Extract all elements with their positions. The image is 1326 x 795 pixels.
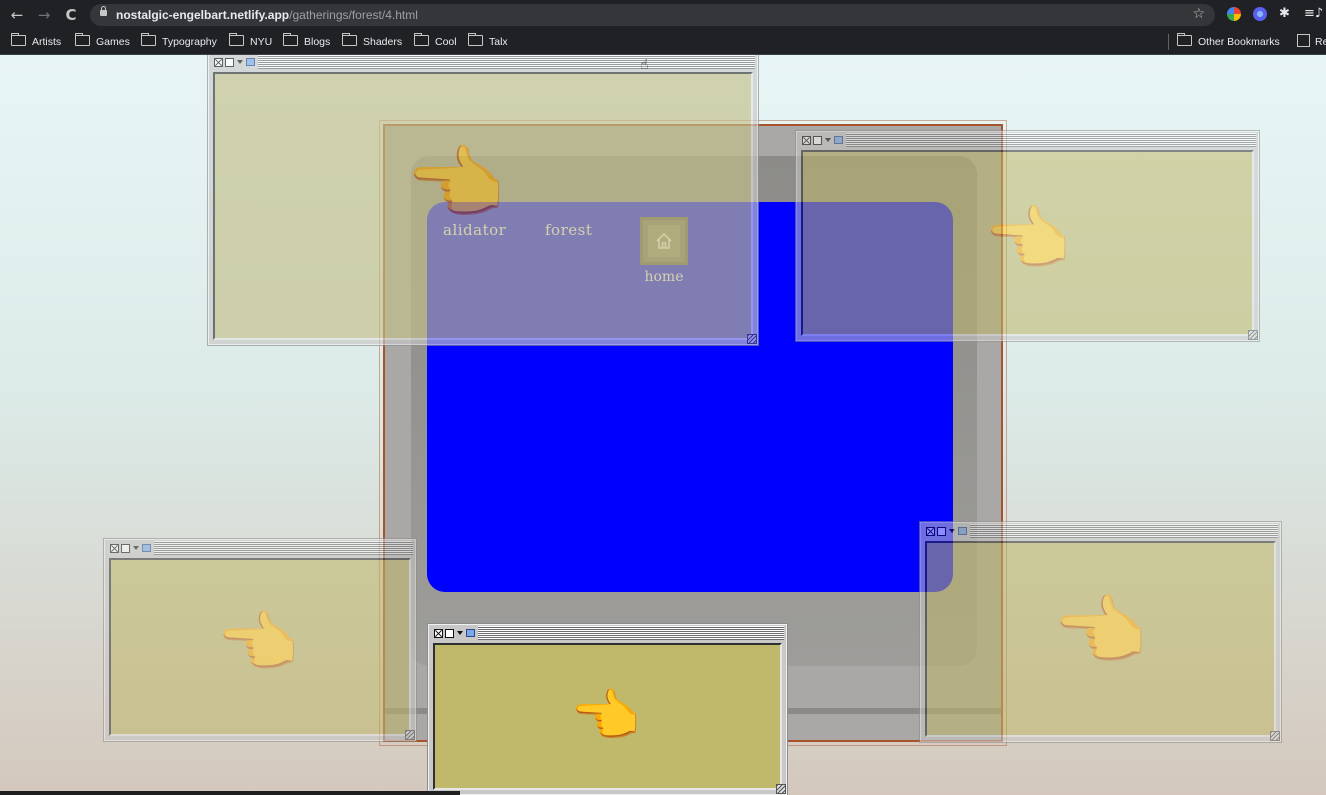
window-mini-icon bbox=[142, 544, 151, 552]
reading-list-icon bbox=[1297, 34, 1310, 47]
window-content: 👈 bbox=[925, 541, 1276, 737]
folder-icon bbox=[141, 33, 156, 46]
menu-arrow-icon[interactable] bbox=[237, 60, 243, 64]
bookmark-cool[interactable]: Cool bbox=[414, 33, 457, 50]
resize-grip-icon[interactable] bbox=[405, 730, 415, 740]
blue-extension-icon[interactable] bbox=[1253, 7, 1267, 21]
zoom-box-icon[interactable] bbox=[445, 628, 454, 638]
folder-icon bbox=[1177, 33, 1192, 46]
close-box-icon[interactable] bbox=[214, 57, 223, 67]
lock-icon bbox=[100, 6, 107, 16]
window-titlebar[interactable] bbox=[799, 133, 1256, 147]
pointing-hand-icon: 👈 bbox=[1052, 586, 1147, 675]
forward-button[interactable]: → bbox=[35, 6, 53, 24]
color-extension-icon[interactable] bbox=[1227, 7, 1241, 21]
window-mini-icon bbox=[466, 629, 475, 637]
pointing-hand-icon: 👈 bbox=[983, 198, 1071, 280]
url-host: nostalgic-engelbart.netlify.app bbox=[116, 8, 290, 22]
menu-arrow-icon[interactable] bbox=[133, 546, 139, 550]
window-titlebar[interactable] bbox=[923, 524, 1278, 538]
window-mini-icon bbox=[246, 58, 255, 66]
retro-window-bottom-left[interactable]: 👈 bbox=[103, 538, 417, 742]
pointing-hand-icon: 👈 bbox=[216, 604, 299, 681]
bookmark-star-icon[interactable]: ☆ bbox=[1192, 6, 1205, 22]
close-box-icon[interactable] bbox=[434, 628, 443, 638]
back-button[interactable]: ← bbox=[8, 6, 26, 24]
retro-window-bottom-right[interactable]: 👈 bbox=[919, 521, 1282, 743]
folder-icon bbox=[283, 33, 298, 46]
bookmarks-bar: Artists Games Typography NYU Blogs Shade… bbox=[0, 30, 1326, 55]
bookmark-nyu[interactable]: NYU bbox=[229, 33, 272, 50]
close-box-icon[interactable] bbox=[110, 543, 119, 553]
pointing-hand-icon: 👈 bbox=[570, 684, 640, 749]
other-bookmarks[interactable]: Other Bookmarks bbox=[1177, 33, 1280, 50]
reading-list[interactable]: Re bbox=[1297, 34, 1326, 50]
close-box-icon[interactable] bbox=[926, 526, 935, 536]
retro-window-top-left[interactable]: 👈 bbox=[207, 55, 759, 346]
bookmark-shaders[interactable]: Shaders bbox=[342, 33, 402, 50]
window-content: 👈 bbox=[109, 558, 411, 736]
zoom-box-icon[interactable] bbox=[121, 543, 130, 553]
bookmark-blogs[interactable]: Blogs bbox=[283, 33, 330, 50]
page-canvas: alidator forest home 👈 👈 bbox=[0, 55, 1326, 795]
window-titlebar[interactable] bbox=[211, 55, 755, 69]
bookmarks-divider bbox=[1168, 34, 1169, 50]
menu-arrow-icon[interactable] bbox=[457, 631, 463, 635]
folder-icon bbox=[342, 33, 357, 46]
resize-grip-icon[interactable] bbox=[747, 334, 757, 344]
retro-window-front[interactable]: 👈 bbox=[427, 623, 788, 795]
window-titlebar[interactable] bbox=[431, 626, 784, 640]
zoom-box-icon[interactable] bbox=[225, 57, 234, 67]
resize-grip-icon[interactable] bbox=[776, 784, 786, 794]
bookmark-games[interactable]: Games bbox=[75, 33, 130, 50]
resize-grip-icon[interactable] bbox=[1248, 330, 1258, 340]
hand-cursor-icon: ☝ bbox=[640, 57, 649, 73]
browser-toolbar: ← → C nostalgic-engelbart.netlify.app/ga… bbox=[0, 0, 1326, 30]
resize-grip-icon[interactable] bbox=[1270, 731, 1280, 741]
bookmark-typography[interactable]: Typography bbox=[141, 33, 217, 50]
folder-icon bbox=[414, 33, 429, 46]
menu-arrow-icon[interactable] bbox=[825, 138, 831, 142]
window-mini-icon bbox=[834, 136, 843, 144]
reload-button[interactable]: C bbox=[62, 6, 80, 24]
window-mini-icon bbox=[958, 527, 967, 535]
window-content: 👈 bbox=[801, 150, 1254, 336]
window-content: 👈 bbox=[433, 643, 782, 790]
window-content: 👈 bbox=[213, 72, 753, 340]
address-bar[interactable]: nostalgic-engelbart.netlify.app/gatherin… bbox=[90, 4, 1215, 26]
folder-icon bbox=[75, 33, 90, 46]
pointing-hand-icon: 👈 bbox=[405, 137, 505, 230]
close-box-icon[interactable] bbox=[802, 135, 811, 145]
folder-icon bbox=[468, 33, 483, 46]
menu-arrow-icon[interactable] bbox=[949, 529, 955, 533]
folder-icon bbox=[229, 33, 244, 46]
bookmark-talx[interactable]: Talx bbox=[468, 33, 508, 50]
media-queue-icon[interactable]: ≡♪ bbox=[1304, 7, 1324, 21]
url-text: nostalgic-engelbart.netlify.app/gatherin… bbox=[116, 7, 418, 23]
retro-window-top-right[interactable]: 👈 bbox=[795, 130, 1260, 342]
bottom-strip bbox=[0, 791, 460, 795]
url-path: /gatherings/forest/4.html bbox=[289, 8, 418, 22]
folder-icon bbox=[11, 33, 26, 46]
zoom-box-icon[interactable] bbox=[813, 135, 822, 145]
zoom-box-icon[interactable] bbox=[937, 526, 946, 536]
window-titlebar[interactable] bbox=[107, 541, 413, 555]
extensions-puzzle-icon[interactable]: ✱ bbox=[1279, 7, 1295, 21]
bookmark-artists[interactable]: Artists bbox=[11, 33, 61, 50]
